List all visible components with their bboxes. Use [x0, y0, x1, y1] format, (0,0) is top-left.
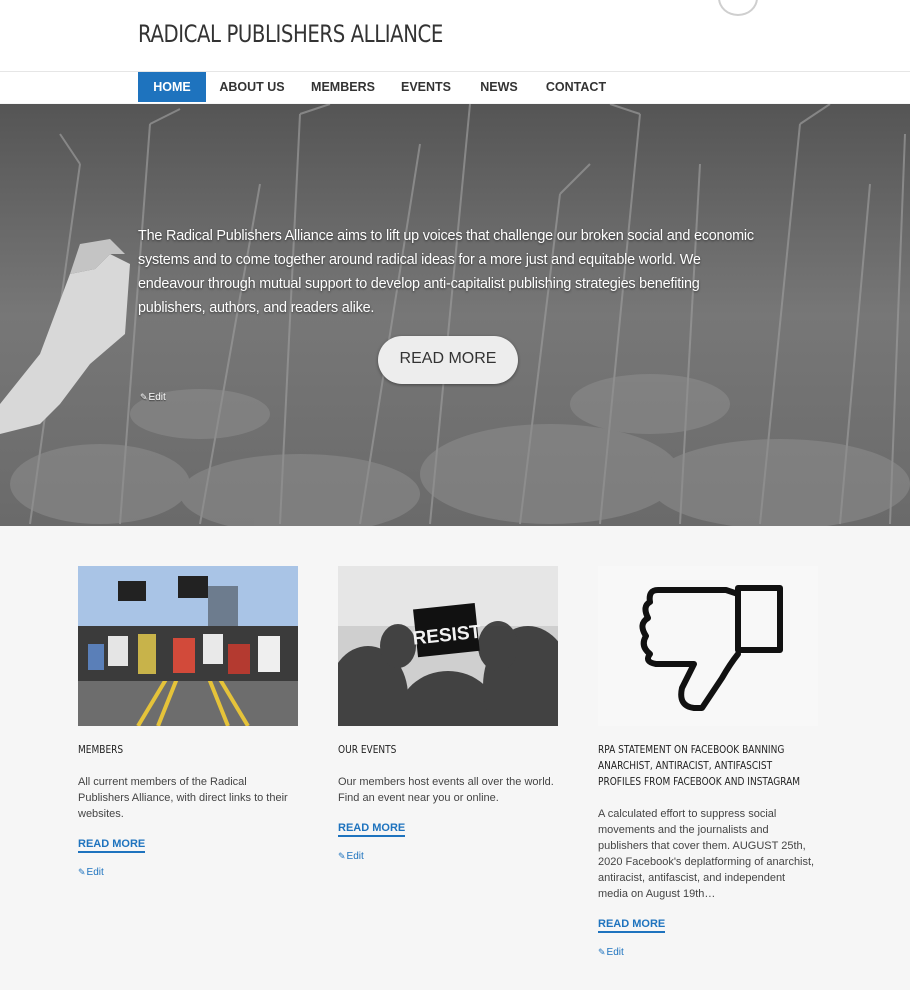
main-navigation: HOME ABOUT US MEMBERS EVENTS NEWS CONTAC… [0, 72, 910, 103]
nav-item-members[interactable]: MEMBERS [304, 72, 382, 102]
card-description: Our members host events all over the wor… [338, 776, 554, 804]
protest-march-image[interactable] [78, 566, 298, 726]
nav-item-events[interactable]: EVENTS [396, 72, 456, 102]
read-more-link[interactable]: READ MORE [78, 838, 146, 853]
card-members: MEMBERS All current members of the Radic… [78, 566, 298, 878]
nav-item-about-us[interactable]: ABOUT US [212, 72, 292, 102]
pencil-icon: ✎ [598, 947, 606, 957]
nav-item-contact[interactable]: CONTACT [540, 72, 612, 102]
hero-edit-link[interactable]: ✎Edit [140, 392, 166, 403]
card-description: A calculated effort to suppress social m… [598, 808, 815, 900]
hero-edit-label: Edit [148, 392, 166, 403]
edit-label: Edit [86, 867, 104, 878]
card-title[interactable]: OUR EVENTS [338, 742, 558, 758]
site-header: RADICAL PUBLISHERS ALLIANCE [0, 0, 910, 72]
pencil-icon: ✎ [78, 867, 86, 877]
site-title[interactable]: RADICAL PUBLISHERS ALLIANCE [138, 20, 443, 48]
card-statement: RPA STATEMENT ON FACEBOOK BANNING ANARCH… [598, 566, 818, 958]
nav-item-news[interactable]: NEWS [474, 72, 524, 102]
pencil-icon: ✎ [140, 392, 148, 402]
nav-item-home[interactable]: HOME [138, 72, 206, 102]
hero-banner: The Radical Publishers Alliance aims to … [0, 104, 910, 526]
edit-link[interactable]: ✎Edit [338, 851, 558, 862]
thumbs-down-icon[interactable] [598, 566, 818, 726]
read-more-link[interactable]: READ MORE [338, 822, 406, 837]
card-title[interactable]: MEMBERS [78, 742, 298, 758]
search-icon[interactable] [718, 0, 758, 16]
edit-label: Edit [606, 947, 624, 958]
edit-label: Edit [346, 851, 364, 862]
card-description: All current members of the Radical Publi… [78, 776, 288, 820]
pencil-icon: ✎ [338, 851, 346, 861]
card-title[interactable]: RPA STATEMENT ON FACEBOOK BANNING ANARCH… [598, 742, 818, 790]
card-events: RESIST OUR EVENTS Our members host event… [338, 566, 558, 862]
read-more-link[interactable]: READ MORE [598, 918, 666, 933]
resist-sign-image[interactable]: RESIST [338, 566, 558, 726]
edit-link[interactable]: ✎Edit [598, 947, 818, 958]
hero-read-more-button[interactable]: READ MORE [378, 336, 518, 384]
hero-intro-text: The Radical Publishers Alliance aims to … [138, 228, 754, 316]
edit-link[interactable]: ✎Edit [78, 867, 298, 878]
